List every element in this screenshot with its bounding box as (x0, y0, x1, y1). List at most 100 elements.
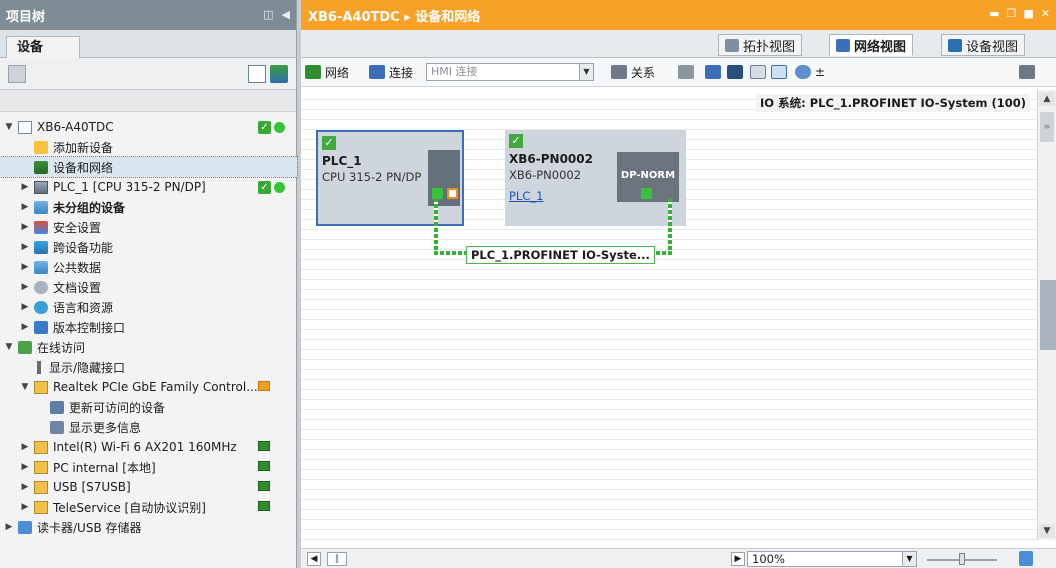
scroll-left-icon[interactable]: ◀ (307, 552, 321, 566)
relations-button[interactable]: 关系 (611, 64, 655, 81)
tree-item-label: Realtek PCIe GbE Family Control... (53, 380, 258, 394)
tree-item[interactable]: 显示更多信息 (0, 417, 297, 437)
tree-item[interactable]: ▶ PC internal [本地] (0, 457, 297, 477)
expanded-arrow-icon[interactable]: ▼ (4, 342, 14, 352)
project-tree-title: 项目树 (6, 9, 46, 25)
collapse-panel-icon[interactable]: ◫ (263, 8, 273, 21)
sync-icon[interactable] (270, 65, 288, 83)
network-icon (34, 160, 48, 174)
language-icon (34, 300, 48, 314)
grid-icon[interactable] (750, 65, 766, 79)
collapsed-arrow-icon[interactable]: ▶ (20, 262, 30, 272)
collapsed-arrow-icon[interactable]: ▶ (20, 442, 30, 452)
maximize-icon[interactable]: ■ (1023, 7, 1033, 20)
tree-item[interactable]: ▶ Intel(R) Wi-Fi 6 AX201 160MHz (0, 437, 297, 457)
panel-arrow-icon[interactable]: ◀ (282, 8, 290, 21)
profinet-connection (668, 198, 672, 253)
tree-item[interactable]: ▼ Realtek PCIe GbE Family Control... (0, 377, 297, 397)
chevron-down-icon[interactable]: ▼ (902, 552, 916, 566)
zoom-in-label: ± (815, 65, 826, 79)
scroll-right-icon[interactable]: ▶ (731, 552, 745, 566)
check-status-icon: ✓ (258, 181, 271, 194)
chevron-down-icon[interactable]: ▼ (579, 64, 593, 80)
editor-title: XB6-A40TDC ▸ 设备和网络 (308, 9, 481, 25)
tree-item[interactable]: ▶ 未分组的设备 (0, 197, 297, 217)
tree-item[interactable]: 更新可访问的设备 (0, 397, 297, 417)
collapsed-arrow-icon[interactable]: ▶ (20, 222, 30, 232)
doc-settings-icon (34, 280, 48, 294)
tree-item[interactable]: ▶ 跨设备功能 (0, 237, 297, 257)
collapsed-arrow-icon[interactable]: ▶ (20, 202, 30, 212)
horizontal-scroll-thumb[interactable]: ‖ (327, 552, 347, 566)
address-icon[interactable] (678, 65, 694, 79)
tab-network-view[interactable]: 网络视图 (829, 34, 914, 56)
connection-button[interactable]: 连接 (369, 64, 413, 81)
collapsed-arrow-icon[interactable]: ▶ (20, 502, 30, 512)
network-overview-icon[interactable] (705, 65, 721, 79)
zoom-slider-knob[interactable] (959, 553, 965, 565)
collapsed-arrow-icon[interactable]: ▶ (20, 242, 30, 252)
expanded-arrow-icon[interactable]: ▼ (4, 122, 14, 132)
tree-item[interactable]: ▶ 版本控制接口 (0, 317, 297, 337)
tree-item[interactable]: 显示/隐藏接口 (0, 357, 297, 377)
tree-item[interactable]: ▶ TeleService [自动协议识别] (0, 497, 297, 517)
mpi-dp-port[interactable] (447, 188, 458, 199)
overview-navigation-icon[interactable] (1019, 551, 1033, 566)
active-interface-icon (258, 381, 270, 391)
collapsed-arrow-icon[interactable]: ▶ (20, 182, 30, 192)
tab-devices[interactable]: 设备 (6, 36, 80, 59)
profinet-subnet-label[interactable]: PLC_1.PROFINET IO-Syste... (466, 246, 655, 264)
expanded-arrow-icon[interactable]: ▼ (20, 382, 30, 392)
status-indicators: ✓ (258, 181, 285, 194)
device-icon[interactable] (727, 65, 743, 79)
tree-item-label: 更新可访问的设备 (69, 400, 166, 415)
overview-icon[interactable] (248, 65, 266, 83)
layout-icon[interactable] (771, 65, 787, 79)
collapsed-arrow-icon[interactable]: ▶ (20, 462, 30, 472)
scroll-up-icon[interactable]: ▲ (1039, 92, 1055, 106)
io-controller-link[interactable]: PLC_1 (509, 189, 543, 203)
tree-item[interactable]: ▶ USB [S7USB] (0, 477, 297, 497)
connection-type-select[interactable]: HMI 连接 ▼ (426, 63, 594, 81)
tree-item[interactable]: ▶ 文档设置 (0, 277, 297, 297)
collapsed-arrow-icon[interactable]: ▶ (20, 282, 30, 292)
collapsed-arrow-icon[interactable]: ▶ (20, 302, 30, 312)
tree-item-label: 显示/隐藏接口 (49, 360, 126, 375)
tree-item[interactable]: ▶ 读卡器/USB 存储器 (0, 517, 297, 537)
card-reader-icon (18, 520, 32, 534)
tree-view-icon[interactable] (8, 65, 26, 83)
tree-item[interactable]: 设备和网络 (0, 156, 298, 178)
zoom-select[interactable]: 100% ▼ (747, 551, 917, 567)
tree-item[interactable]: ▼ XB6-A40TDC ✓ (0, 117, 297, 137)
tree-item[interactable]: ▶ 语言和资源 (0, 297, 297, 317)
tab-device-view[interactable]: 设备视图 (941, 34, 1026, 56)
connected-interface-icon (258, 461, 270, 471)
tree-item[interactable]: 添加新设备 (0, 137, 297, 157)
profinet-port[interactable] (641, 188, 652, 199)
tree-item[interactable]: ▶ 安全设置 (0, 217, 297, 237)
device-name: PLC_1 (322, 154, 362, 168)
device-plc-1[interactable]: ✓ PLC_1 CPU 315-2 PN/DP (316, 130, 464, 226)
tree-item[interactable]: ▶ PLC_1 [CPU 315-2 PN/DP] ✓ (0, 177, 297, 197)
close-icon[interactable]: ✕ (1041, 7, 1050, 20)
network-canvas[interactable]: ✓ PLC_1 CPU 315-2 PN/DP ✓ XB6-PN0002 XB6… (301, 90, 1037, 540)
device-name: XB6-PN0002 (509, 152, 593, 166)
network-toolbar: 网络 连接 HMI 连接 ▼ 关系 ± (301, 58, 1056, 87)
zoom-slider[interactable] (927, 553, 997, 565)
scroll-down-icon[interactable]: ▼ (1039, 524, 1055, 538)
collapsed-arrow-icon[interactable]: ▶ (4, 522, 14, 532)
properties-icon[interactable] (1019, 65, 1035, 79)
collapsed-arrow-icon[interactable]: ▶ (20, 482, 30, 492)
zoom-in-button[interactable]: ± (795, 65, 825, 79)
scroll-thumb[interactable]: ≡ (1040, 112, 1054, 142)
restore-icon[interactable]: ❐ (1007, 7, 1017, 20)
tree-item[interactable]: ▼ 在线访问 (0, 337, 297, 357)
minimize-icon[interactable]: ▬ (989, 7, 999, 20)
device-xb6-pn0002[interactable]: ✓ XB6-PN0002 XB6-PN0002 PLC_1 DP-NORM (505, 130, 686, 226)
connected-interface-icon (258, 441, 270, 451)
tree-item[interactable]: ▶ 公共数据 (0, 257, 297, 277)
network-button[interactable]: 网络 (305, 64, 349, 81)
tab-topology-view[interactable]: 拓扑视图 (718, 34, 803, 56)
collapsed-arrow-icon[interactable]: ▶ (20, 322, 30, 332)
task-card-side-tab[interactable] (1040, 280, 1056, 350)
